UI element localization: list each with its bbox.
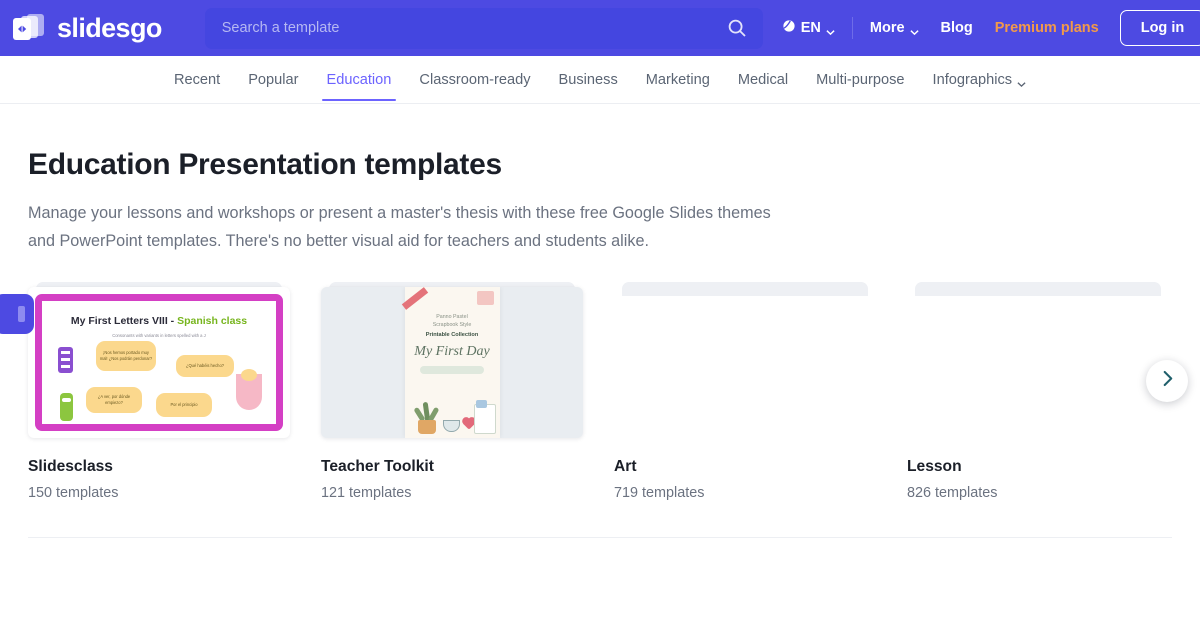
card-thumbnail-stack: How to Become a Scientist Elementary Les… xyxy=(907,281,1169,438)
card-title: Art xyxy=(614,457,637,475)
thumb-heading-main: My First Letters VIII - xyxy=(70,314,178,327)
nav-tab-label: Multi-purpose xyxy=(816,72,905,88)
main-content: Education Presentation templates Manage … xyxy=(0,148,1200,501)
speech-bubble: Por el principio xyxy=(156,392,212,417)
green-character-icon xyxy=(60,392,73,421)
nav-tab-label: Marketing xyxy=(645,72,710,88)
template-carousel: My First Letters VIII - Spanish class Co… xyxy=(0,281,1188,501)
card-template-count: 719 templates xyxy=(614,484,705,501)
search-input[interactable] xyxy=(221,20,727,36)
chevron-down-icon xyxy=(826,24,835,35)
nav-tab-medical[interactable]: Medical xyxy=(724,58,802,101)
card-thumbnail[interactable]: Panno Pastel Scrapbook Style Printable C… xyxy=(321,286,583,438)
section-divider xyxy=(28,536,1172,538)
language-selector[interactable]: EN xyxy=(771,8,846,48)
nav-tab-label: Medical xyxy=(737,72,789,88)
card-template-count: 826 templates xyxy=(907,484,998,501)
nav-tab-classroom-ready[interactable]: Classroom-ready xyxy=(405,58,544,101)
site-logo[interactable]: slidesgo xyxy=(10,11,162,45)
speech-bubble: ¿A ver, por dónde empiezo? xyxy=(86,386,142,413)
search-icon[interactable] xyxy=(727,18,747,38)
card-thumbnail[interactable]: My First Letters VIII - Spanish class Co… xyxy=(28,286,290,438)
page-description: Manage your lessons and workshops or pre… xyxy=(28,204,771,250)
nav-tab-label: Recent xyxy=(173,72,221,88)
header-divider xyxy=(851,17,853,39)
login-button[interactable]: Log in xyxy=(1119,10,1200,46)
slides-stack-icon xyxy=(10,11,48,45)
nav-tab-business[interactable]: Business xyxy=(545,58,632,101)
template-card[interactable]: My First Letters VIII - Spanish class Co… xyxy=(28,281,290,501)
nav-tab-education[interactable]: Education xyxy=(313,58,406,101)
heart-icon xyxy=(462,418,475,430)
card-thumbnail-stack: My First Letters VIII - Spanish class Co… xyxy=(28,281,290,438)
speech-bubble: ¡Nos hemos portado muy mal! ¿Nos podrán … xyxy=(96,340,156,371)
nav-tab-label: Business xyxy=(558,72,618,88)
nav-tab-popular[interactable]: Popular xyxy=(234,58,312,101)
card-list: My First Letters VIII - Spanish class Co… xyxy=(28,281,1172,501)
nav-tab-label: Classroom-ready xyxy=(419,72,531,88)
logo-wordmark: slidesgo xyxy=(57,12,162,43)
template-card[interactable]: Panno Pastel Scrapbook Style Printable C… xyxy=(321,281,583,501)
card-title: Slidesclass xyxy=(28,457,113,475)
letter-e-character-icon xyxy=(58,346,73,373)
card-template-count: 150 templates xyxy=(28,484,119,501)
header-actions: EN More Blog Premium plans Log in xyxy=(771,8,1200,48)
search-bar[interactable] xyxy=(204,7,763,49)
blog-link[interactable]: Blog xyxy=(930,8,984,48)
nav-tab-label: Popular xyxy=(248,72,299,88)
card-template-count: 121 templates xyxy=(321,484,412,501)
nav-tab-infographics[interactable]: Infographics xyxy=(919,58,1041,101)
thumb-line-3: Printable Collection xyxy=(425,332,479,339)
language-label: EN xyxy=(800,20,821,36)
premium-plans-link[interactable]: Premium plans xyxy=(984,8,1110,48)
card-thumbnail-stack: Craftsmanship Portfolio Here is where yo… xyxy=(614,281,876,438)
thumb-heading-accent: Spanish class xyxy=(177,314,248,327)
nav-tab-marketing[interactable]: Marketing xyxy=(632,58,724,101)
nav-tab-label: Infographics xyxy=(932,72,1013,88)
stamp-icon xyxy=(476,290,494,305)
thumb-artwork: Panno Pastel Scrapbook Style Printable C… xyxy=(401,286,500,438)
chevron-right-icon xyxy=(1161,370,1174,392)
chevron-down-icon xyxy=(1017,76,1026,87)
speech-bubble: ¿Qué habéis hecho? xyxy=(176,354,234,377)
thumb-line-1: Panno Pastel Scrapbook Style xyxy=(405,313,500,330)
category-nav: Recent Popular Education Classroom-ready… xyxy=(0,56,1200,104)
card-title: Lesson xyxy=(907,457,962,475)
notepad-icon xyxy=(473,399,496,434)
carousel-prev-button[interactable] xyxy=(0,293,34,334)
ribbon-icon xyxy=(401,286,428,310)
thumb-artwork: My First Letters VIII - Spanish class Co… xyxy=(35,293,283,431)
card-thumbnail-stack: Panno Pastel Scrapbook Style Printable C… xyxy=(321,281,583,438)
nav-tab-multi-purpose[interactable]: Multi-purpose xyxy=(802,58,918,101)
nav-tab-label: Education xyxy=(326,72,392,88)
page-title: Education Presentation templates xyxy=(28,148,502,181)
letter-j-character-icon xyxy=(236,368,262,410)
thumb-subheading: Consonants with variants in letters spel… xyxy=(112,332,206,338)
template-card[interactable]: How to Become a Scientist Elementary Les… xyxy=(907,281,1169,501)
thumb-pill xyxy=(420,366,484,375)
card-title: Teacher Toolkit xyxy=(321,457,434,475)
thumb-line2-text: Scrapbook Style xyxy=(432,322,472,329)
more-label: More xyxy=(869,20,905,36)
chevron-down-icon xyxy=(909,24,919,35)
carousel-next-button[interactable] xyxy=(1146,359,1188,402)
thumb-script-title: My First Day xyxy=(414,344,490,360)
plant-icon xyxy=(412,400,439,434)
more-menu[interactable]: More xyxy=(859,8,930,48)
cup-icon xyxy=(442,419,460,432)
site-header: slidesgo EN More xyxy=(0,0,1200,56)
thumb-heading: My First Letters VIII - Spanish class xyxy=(42,315,276,327)
thumb-line1-text: Panno Pastel xyxy=(436,313,468,320)
template-card[interactable]: Craftsmanship Portfolio Here is where yo… xyxy=(614,281,876,501)
globe-icon xyxy=(782,19,796,37)
nav-tab-recent[interactable]: Recent xyxy=(160,58,234,101)
